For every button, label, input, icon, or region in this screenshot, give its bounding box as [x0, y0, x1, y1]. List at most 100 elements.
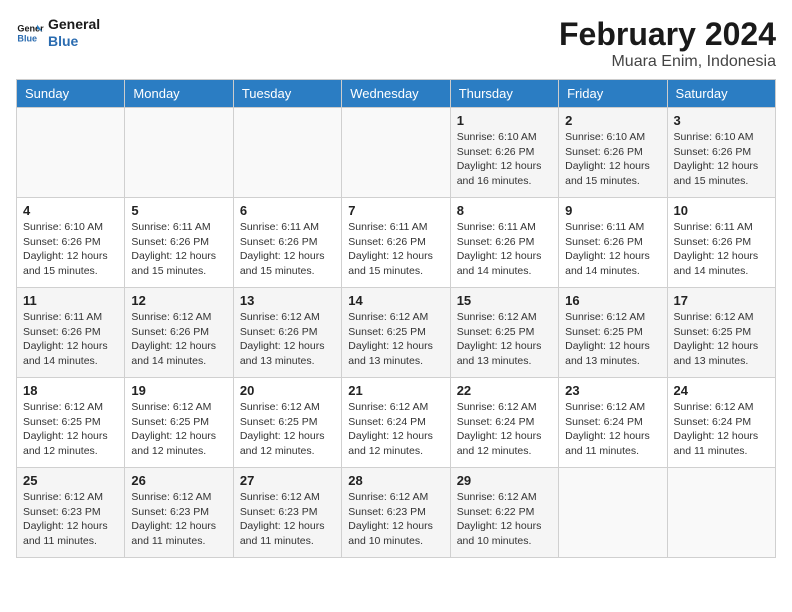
- calendar-cell: [559, 468, 667, 558]
- logo-blue: Blue: [48, 33, 100, 50]
- day-number: 7: [348, 203, 443, 218]
- day-number: 16: [565, 293, 660, 308]
- day-info: Sunrise: 6:10 AMSunset: 6:26 PMDaylight:…: [674, 130, 769, 189]
- calendar-cell: 8Sunrise: 6:11 AMSunset: 6:26 PMDaylight…: [450, 198, 558, 288]
- week-row-4: 18 Sunrise: 6:12 AMSunset: 6:25 PMDayligh…: [17, 378, 776, 468]
- day-number: 19: [131, 383, 226, 398]
- day-info: Sunrise: 6:12 AMSunset: 6:25 PMDaylight:…: [240, 400, 335, 459]
- calendar-cell: 25 Sunrise: 6:12 AMSunset: 6:23 PMDayligh…: [17, 468, 125, 558]
- day-number: 15: [457, 293, 552, 308]
- day-info: Sunrise: 6:12 AMSunset: 6:25 PMDaylight:…: [23, 400, 118, 459]
- day-info: Sunrise: 6:12 AMSunset: 6:23 PMDaylight:…: [348, 490, 443, 549]
- logo-general: General: [48, 16, 100, 33]
- day-number: 29: [457, 473, 552, 488]
- calendar-cell: 11 Sunrise: 6:11 AMSunset: 6:26 PMDayligh…: [17, 288, 125, 378]
- calendar-cell: 4Sunrise: 6:10 AMSunset: 6:26 PMDaylight…: [17, 198, 125, 288]
- calendar-cell: 18 Sunrise: 6:12 AMSunset: 6:25 PMDayligh…: [17, 378, 125, 468]
- calendar-cell: 16 Sunrise: 6:12 AMSunset: 6:25 PMDayligh…: [559, 288, 667, 378]
- day-info: Sunrise: 6:12 AMSunset: 6:25 PMDaylight:…: [457, 310, 552, 369]
- calendar-cell: 13 Sunrise: 6:12 AMSunset: 6:26 PMDayligh…: [233, 288, 341, 378]
- calendar-cell: 21 Sunrise: 6:12 AMSunset: 6:24 PMDayligh…: [342, 378, 450, 468]
- week-row-3: 11 Sunrise: 6:11 AMSunset: 6:26 PMDayligh…: [17, 288, 776, 378]
- calendar-cell: 12Sunrise: 6:12 AMSunset: 6:26 PMDayligh…: [125, 288, 233, 378]
- day-info: Sunrise: 6:12 AMSunset: 6:25 PMDaylight:…: [131, 400, 226, 459]
- day-number: 26: [131, 473, 226, 488]
- calendar-table: SundayMondayTuesdayWednesdayThursdayFrid…: [16, 79, 776, 558]
- day-number: 5: [131, 203, 226, 218]
- logo-icon: General Blue: [16, 19, 44, 47]
- day-info: Sunrise: 6:12 AMSunset: 6:23 PMDaylight:…: [131, 490, 226, 549]
- calendar-cell: 2Sunrise: 6:10 AMSunset: 6:26 PMDaylight…: [559, 108, 667, 198]
- day-number: 27: [240, 473, 335, 488]
- day-info: Sunrise: 6:10 AMSunset: 6:26 PMDaylight:…: [457, 130, 552, 189]
- calendar-cell: 28 Sunrise: 6:12 AMSunset: 6:23 PMDayligh…: [342, 468, 450, 558]
- weekday-header-saturday: Saturday: [667, 80, 775, 108]
- day-number: 20: [240, 383, 335, 398]
- day-info: Sunrise: 6:12 AMSunset: 6:23 PMDaylight:…: [240, 490, 335, 549]
- day-number: 18: [23, 383, 118, 398]
- day-number: 21: [348, 383, 443, 398]
- day-info: Sunrise: 6:11 AMSunset: 6:26 PMDaylight:…: [23, 310, 118, 369]
- day-info: Sunrise: 6:12 AMSunset: 6:25 PMDaylight:…: [348, 310, 443, 369]
- header: General Blue General Blue February 2024 …: [16, 16, 776, 71]
- day-number: 13: [240, 293, 335, 308]
- calendar-cell: 7 Sunrise: 6:11 AMSunset: 6:26 PMDaylight…: [342, 198, 450, 288]
- day-number: 9: [565, 203, 660, 218]
- day-info: Sunrise: 6:12 AMSunset: 6:24 PMDaylight:…: [674, 400, 769, 459]
- day-info: Sunrise: 6:12 AMSunset: 6:26 PMDaylight:…: [240, 310, 335, 369]
- day-number: 14: [348, 293, 443, 308]
- day-number: 17: [674, 293, 769, 308]
- day-number: 11: [23, 293, 118, 308]
- calendar-cell: [233, 108, 341, 198]
- day-info: Sunrise: 6:10 AMSunset: 6:26 PMDaylight:…: [565, 130, 660, 189]
- day-number: 6: [240, 203, 335, 218]
- calendar-cell: 5Sunrise: 6:11 AMSunset: 6:26 PMDaylight…: [125, 198, 233, 288]
- day-info: Sunrise: 6:12 AMSunset: 6:22 PMDaylight:…: [457, 490, 552, 549]
- calendar-cell: 20 Sunrise: 6:12 AMSunset: 6:25 PMDayligh…: [233, 378, 341, 468]
- calendar-cell: [17, 108, 125, 198]
- month-year-title: February 2024: [559, 16, 776, 53]
- day-info: Sunrise: 6:12 AMSunset: 6:25 PMDaylight:…: [674, 310, 769, 369]
- day-number: 24: [674, 383, 769, 398]
- day-info: Sunrise: 6:11 AMSunset: 6:26 PMDaylight:…: [348, 220, 443, 279]
- calendar-cell: 19 Sunrise: 6:12 AMSunset: 6:25 PMDayligh…: [125, 378, 233, 468]
- calendar-cell: 6 Sunrise: 6:11 AMSunset: 6:26 PMDaylight…: [233, 198, 341, 288]
- day-info: Sunrise: 6:11 AMSunset: 6:26 PMDaylight:…: [565, 220, 660, 279]
- calendar-cell: 29 Sunrise: 6:12 AMSunset: 6:22 PMDayligh…: [450, 468, 558, 558]
- calendar-cell: [667, 468, 775, 558]
- weekday-header-friday: Friday: [559, 80, 667, 108]
- weekday-header-sunday: Sunday: [17, 80, 125, 108]
- weekday-header-row: SundayMondayTuesdayWednesdayThursdayFrid…: [17, 80, 776, 108]
- day-info: Sunrise: 6:11 AMSunset: 6:26 PMDaylight:…: [674, 220, 769, 279]
- day-number: 12: [131, 293, 226, 308]
- day-number: 1: [457, 113, 552, 128]
- calendar-cell: 1 Sunrise: 6:10 AMSunset: 6:26 PMDaylight…: [450, 108, 558, 198]
- day-info: Sunrise: 6:12 AMSunset: 6:24 PMDaylight:…: [348, 400, 443, 459]
- day-info: Sunrise: 6:12 AMSunset: 6:23 PMDaylight:…: [23, 490, 118, 549]
- calendar-cell: 24 Sunrise: 6:12 AMSunset: 6:24 PMDayligh…: [667, 378, 775, 468]
- day-info: Sunrise: 6:11 AMSunset: 6:26 PMDaylight:…: [240, 220, 335, 279]
- week-row-5: 25 Sunrise: 6:12 AMSunset: 6:23 PMDayligh…: [17, 468, 776, 558]
- day-number: 3: [674, 113, 769, 128]
- day-info: Sunrise: 6:12 AMSunset: 6:24 PMDaylight:…: [565, 400, 660, 459]
- calendar-cell: 10Sunrise: 6:11 AMSunset: 6:26 PMDayligh…: [667, 198, 775, 288]
- day-number: 25: [23, 473, 118, 488]
- calendar-cell: 17 Sunrise: 6:12 AMSunset: 6:25 PMDayligh…: [667, 288, 775, 378]
- title-section: February 2024 Muara Enim, Indonesia: [559, 16, 776, 71]
- day-info: Sunrise: 6:11 AMSunset: 6:26 PMDaylight:…: [457, 220, 552, 279]
- day-info: Sunrise: 6:12 AMSunset: 6:25 PMDaylight:…: [565, 310, 660, 369]
- calendar-cell: 15 Sunrise: 6:12 AMSunset: 6:25 PMDayligh…: [450, 288, 558, 378]
- day-info: Sunrise: 6:10 AMSunset: 6:26 PMDaylight:…: [23, 220, 118, 279]
- weekday-header-monday: Monday: [125, 80, 233, 108]
- logo: General Blue General Blue: [16, 16, 100, 50]
- calendar-cell: 23Sunrise: 6:12 AMSunset: 6:24 PMDayligh…: [559, 378, 667, 468]
- calendar-cell: 27 Sunrise: 6:12 AMSunset: 6:23 PMDayligh…: [233, 468, 341, 558]
- location-subtitle: Muara Enim, Indonesia: [559, 53, 776, 71]
- calendar-cell: 22Sunrise: 6:12 AMSunset: 6:24 PMDayligh…: [450, 378, 558, 468]
- weekday-header-tuesday: Tuesday: [233, 80, 341, 108]
- weekday-header-wednesday: Wednesday: [342, 80, 450, 108]
- day-number: 28: [348, 473, 443, 488]
- weekday-header-thursday: Thursday: [450, 80, 558, 108]
- calendar-cell: [125, 108, 233, 198]
- week-row-1: 1 Sunrise: 6:10 AMSunset: 6:26 PMDaylight…: [17, 108, 776, 198]
